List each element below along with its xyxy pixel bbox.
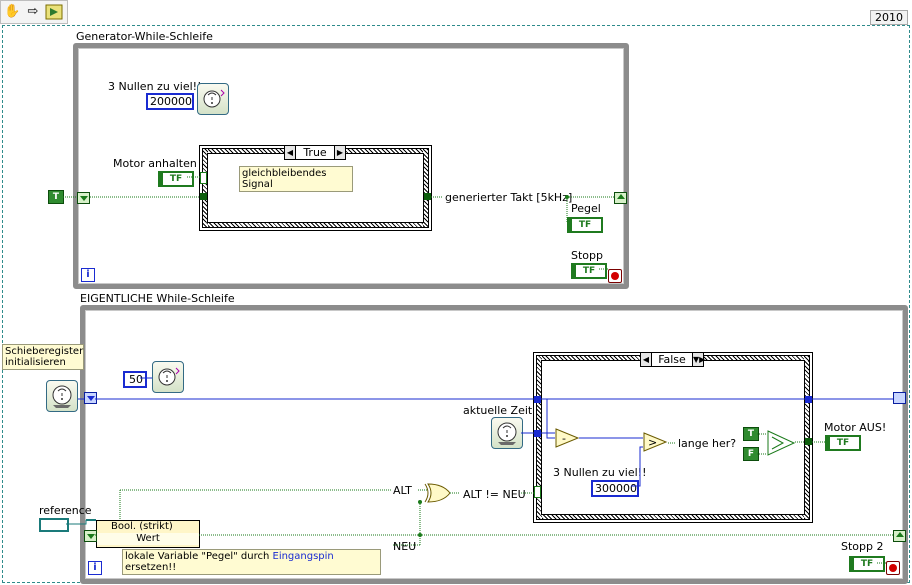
- wire-junctions: [418, 195, 569, 537]
- wire-junction: [565, 195, 569, 199]
- wire-junction: [418, 500, 422, 504]
- reference-wire-2: [66, 520, 87, 525]
- wire-junction: [418, 533, 422, 537]
- wires: [63, 176, 893, 564]
